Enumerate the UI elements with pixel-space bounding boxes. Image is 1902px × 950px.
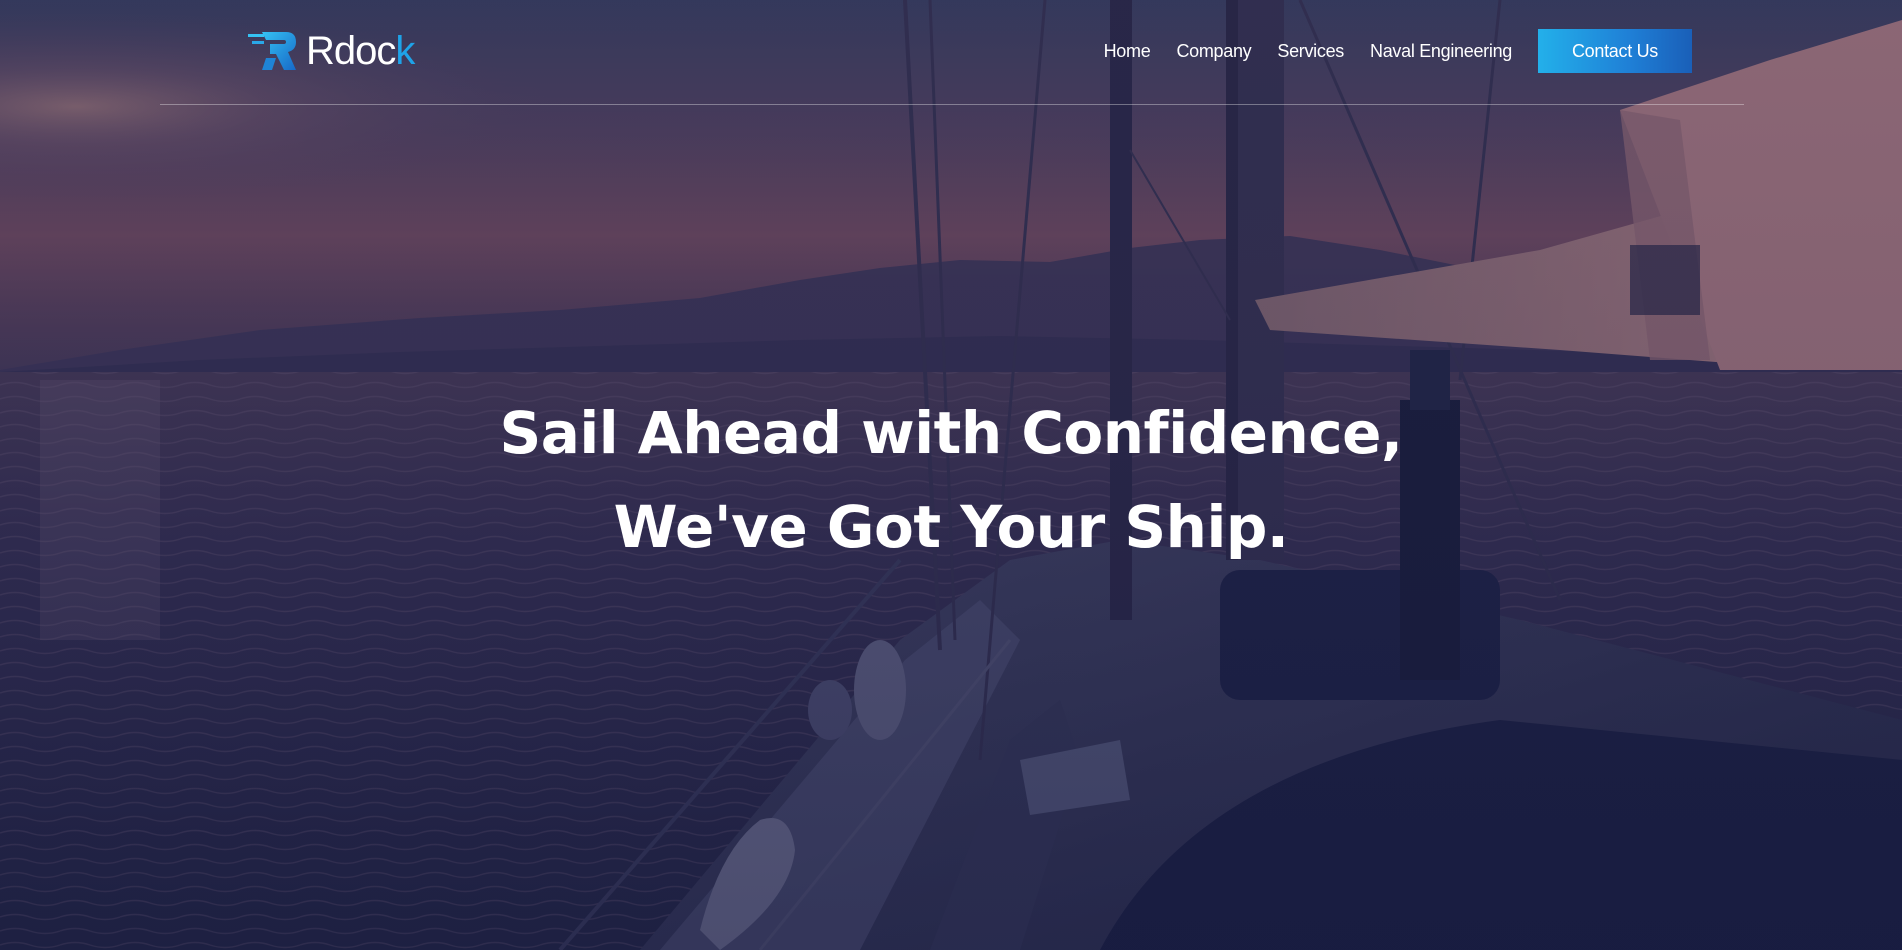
hero-headline-line2: We've Got Your Ship.: [613, 493, 1289, 561]
site-logo[interactable]: Rdock: [248, 28, 415, 74]
contact-us-button[interactable]: Contact Us: [1538, 29, 1692, 73]
nav-naval-engineering[interactable]: Naval Engineering: [1370, 41, 1512, 62]
logo-text: Rdock: [306, 29, 415, 73]
hero-headline-line1: Sail Ahead with Confidence,: [499, 399, 1403, 467]
nav-home[interactable]: Home: [1104, 41, 1151, 62]
hero-section: Rdock Home Company Services Naval Engine…: [0, 0, 1902, 950]
hero-headline: Sail Ahead with Confidence, We've Got Yo…: [0, 386, 1902, 574]
nav-company[interactable]: Company: [1176, 41, 1251, 62]
site-header: Rdock Home Company Services Naval Engine…: [160, 0, 1744, 105]
nav-services[interactable]: Services: [1277, 41, 1344, 62]
main-nav: Home Company Services Naval Engineering: [1104, 29, 1513, 73]
rdock-logo-icon: [248, 32, 296, 70]
